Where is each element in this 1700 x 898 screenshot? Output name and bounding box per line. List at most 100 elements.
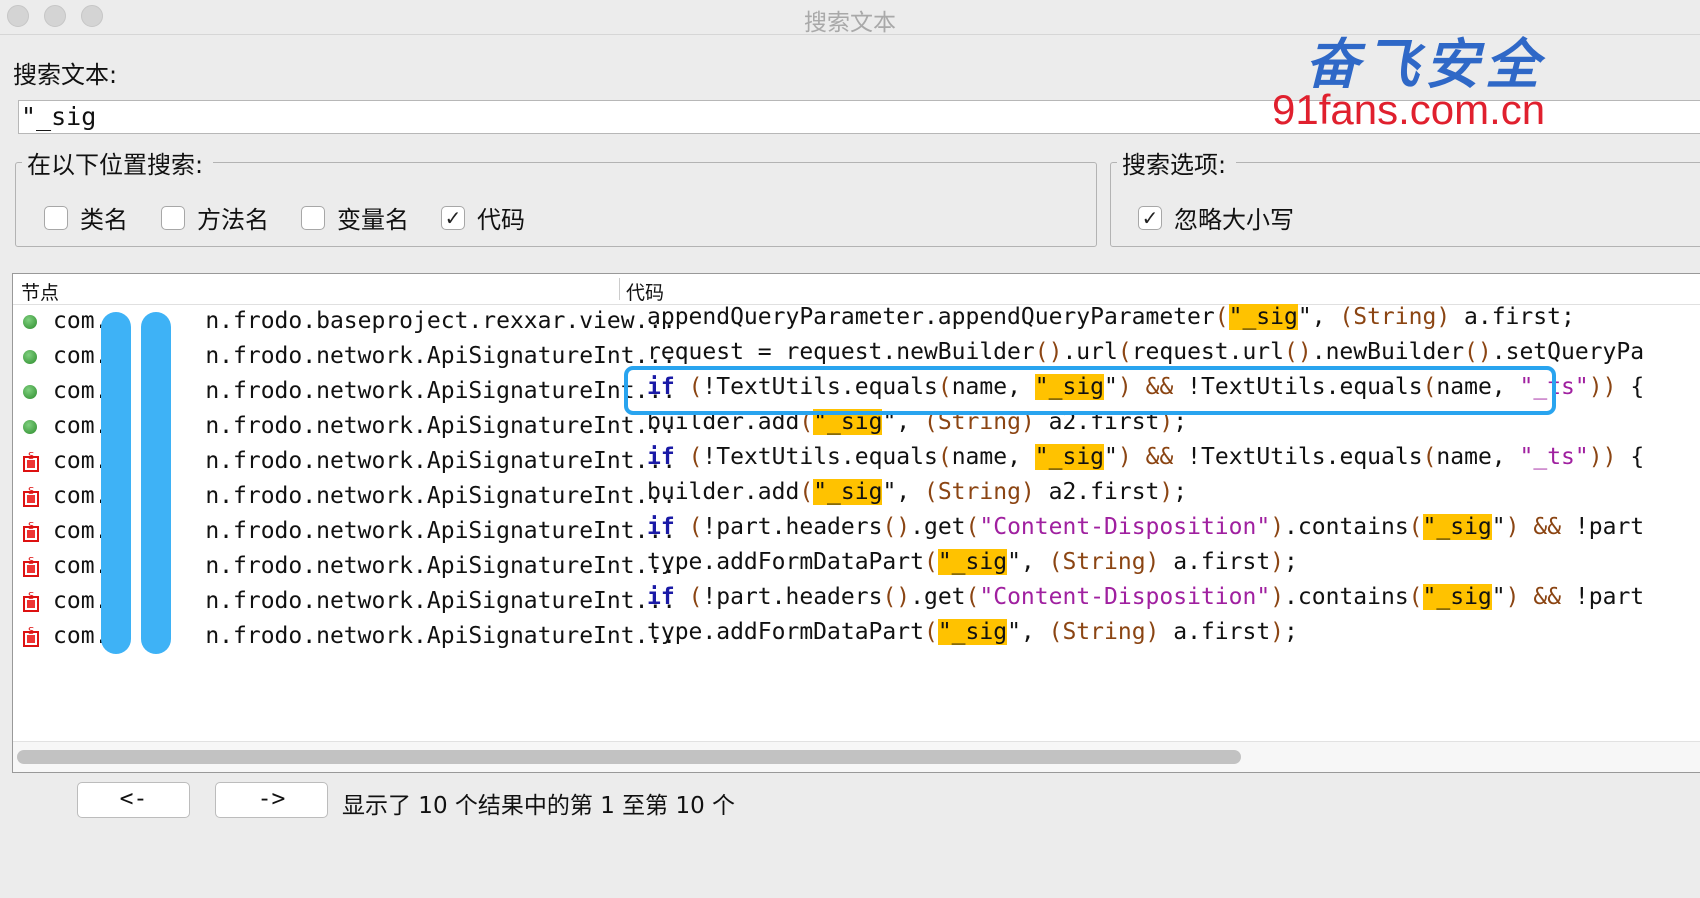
code-token: !part [1561, 584, 1645, 610]
svg-text:S: S [28, 591, 34, 602]
code-token: ) [1505, 584, 1520, 610]
code-token: a.first [1159, 619, 1271, 645]
results-table[interactable]: 节点 代码 com. u n.frodo.baseproject.rexxar.… [12, 273, 1700, 773]
match-highlight: "_sig [1034, 444, 1105, 470]
code-token: ) [1270, 514, 1285, 540]
code-token: )) [1588, 374, 1617, 400]
search-text-label: 搜索文本: [13, 61, 118, 89]
check-mark-icon: ✓ [444, 205, 462, 230]
static-method-icon: S [23, 625, 39, 651]
svg-text:S: S [28, 486, 34, 497]
code-token: " [1491, 584, 1506, 610]
code-token: ", [882, 479, 924, 505]
code-token: appendQueryParameter.appendQueryParamete… [647, 304, 1215, 330]
previous-button[interactable]: <- [77, 782, 190, 818]
green-dot-icon [23, 420, 37, 434]
horizontal-scrollbar-track[interactable] [13, 741, 1700, 772]
checkbox-label: 忽略大小写 [1174, 206, 1294, 234]
code-token: .newBuilder [1311, 339, 1465, 365]
code-token: )) [1588, 444, 1617, 470]
svg-text:S: S [28, 626, 34, 637]
next-button[interactable]: -> [215, 782, 328, 818]
code-token: ( [1117, 339, 1132, 365]
code-token: ; [1284, 549, 1298, 575]
code-token: a.first; [1450, 304, 1575, 330]
match-highlight: "_sig [1422, 584, 1492, 610]
horizontal-scrollbar-thumb[interactable] [17, 750, 1241, 764]
column-header-node[interactable]: 节点 [21, 278, 59, 305]
code-token: " [1104, 444, 1118, 470]
green-dot-icon [23, 350, 37, 364]
static-method-icon: S [23, 520, 39, 546]
code-token: ( [688, 514, 703, 540]
code-token: (String) [923, 479, 1035, 505]
code-token: name, [1436, 444, 1520, 470]
checkbox-label: 方法名 [197, 206, 269, 234]
code-token: ; [1284, 619, 1298, 645]
table-row[interactable]: Scom. u n.frodo.network.ApiSignatureInt.… [13, 549, 1700, 586]
code-token: name, [951, 444, 1035, 470]
table-row[interactable]: Scom. u n.frodo.network.ApiSignatureInt.… [13, 619, 1700, 656]
column-divider[interactable] [619, 278, 620, 300]
code-token: () [1034, 339, 1063, 365]
code-token: ) [1270, 619, 1285, 645]
checkbox-code[interactable]: ✓ 代码 [441, 200, 525, 235]
code-token: ; [1173, 479, 1188, 505]
table-row[interactable]: Scom. u n.frodo.network.ApiSignatureInt.… [13, 584, 1700, 621]
code-token: ( [688, 584, 703, 610]
code-token: ", [1007, 619, 1049, 645]
code-token: { [1616, 374, 1645, 400]
checkbox-ignore-case[interactable]: ✓ 忽略大小写 [1138, 200, 1294, 235]
table-row[interactable]: Scom. u n.frodo.network.ApiSignatureInt.… [13, 479, 1700, 516]
code-snippet: appendQueryParameter.appendQueryParamete… [647, 304, 1575, 330]
watermark-url: 91fans.com.cn [1272, 86, 1546, 133]
redaction-bar [101, 312, 131, 654]
code-token: ) [1270, 549, 1285, 575]
code-token: request.url [1131, 339, 1285, 365]
code-token: ) [1505, 514, 1520, 540]
code-token: && [1533, 514, 1562, 540]
svg-text:S: S [28, 521, 34, 532]
svg-text:S: S [28, 556, 34, 567]
checkbox-box[interactable] [161, 205, 185, 230]
code-token: .setQueryPa [1491, 339, 1645, 365]
code-snippet: if (!part.headers().get("Content-Disposi… [647, 584, 1644, 610]
code-token: ) [1159, 479, 1174, 505]
code-token: () [1284, 339, 1312, 365]
checkbox-box[interactable] [301, 205, 325, 230]
checkbox-box[interactable]: ✓ [441, 205, 465, 230]
table-row[interactable]: com. u n.frodo.baseproject.rexxar.view..… [13, 304, 1700, 341]
match-highlight: "_sig [937, 619, 1008, 645]
redaction-bar [141, 312, 171, 654]
green-dot-icon [23, 385, 37, 399]
green-dot-icon [23, 315, 37, 329]
checkbox-variable-name[interactable]: 变量名 [301, 200, 409, 235]
checkbox-box[interactable] [44, 205, 68, 230]
code-token: ", [1007, 549, 1049, 575]
static-method-icon: S [23, 590, 39, 616]
code-token: !TextUtils.equals [1173, 444, 1423, 470]
annotation-highlight-box [624, 366, 1556, 415]
column-header-code[interactable]: 代码 [626, 278, 664, 305]
checkbox-box[interactable]: ✓ [1138, 205, 1162, 230]
checkbox-method-name[interactable]: 方法名 [161, 200, 269, 235]
code-token: ) [1270, 584, 1285, 610]
code-token: type.addFormDataPart [647, 549, 924, 575]
checkbox-class-name[interactable]: 类名 [44, 200, 128, 235]
code-token: () [882, 584, 911, 610]
svg-text:S: S [28, 451, 34, 462]
code-token: ( [1214, 304, 1229, 330]
code-token: () [1464, 339, 1492, 365]
code-token: (String) [1339, 304, 1451, 330]
table-row[interactable]: Scom. u n.frodo.network.ApiSignatureInt.… [13, 514, 1700, 551]
code-token: ( [923, 549, 938, 575]
table-row[interactable]: com. u n.frodo.network.ApiSignatureInt..… [13, 409, 1700, 446]
table-row[interactable]: Scom. u n.frodo.network.ApiSignatureInt.… [13, 444, 1700, 481]
code-token: && [1145, 444, 1174, 470]
code-token: .url [1062, 339, 1118, 365]
code-snippet: builder.add("_sig", (String) a2.first); [647, 479, 1187, 505]
